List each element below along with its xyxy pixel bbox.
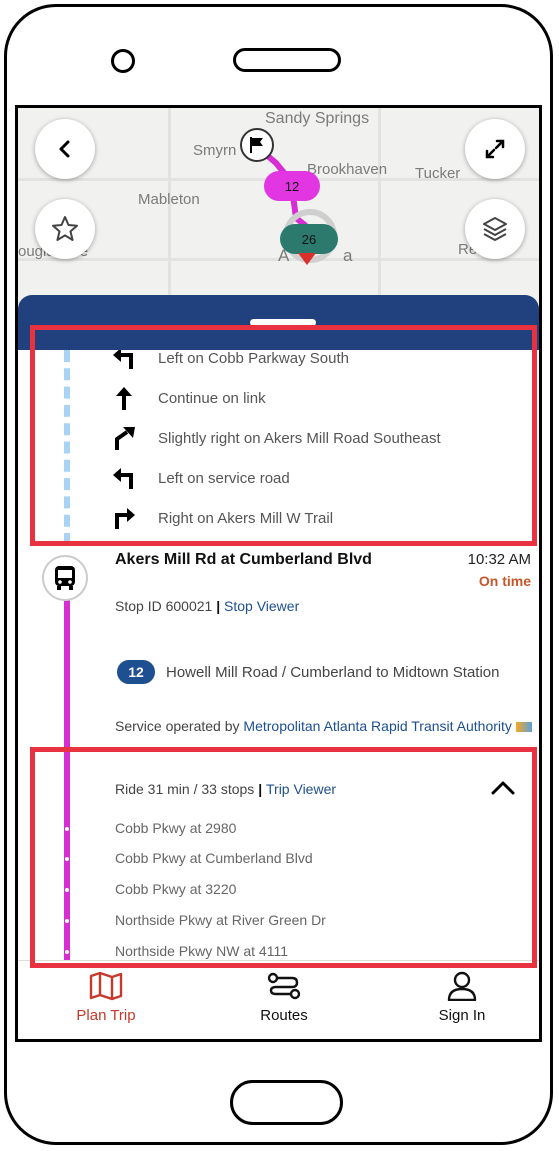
map-icon: [89, 971, 123, 1001]
stop-viewer-link[interactable]: Stop Viewer: [224, 598, 299, 614]
route-path: [254, 143, 337, 263]
status-badge: On time: [478, 573, 531, 589]
layers-button[interactable]: [465, 199, 525, 259]
home-button[interactable]: [230, 1080, 343, 1125]
tab-plan-trip[interactable]: Plan Trip: [36, 971, 176, 1024]
camera: [111, 49, 135, 73]
highlight-box-ride: [30, 747, 537, 968]
destination-marker-icon: [298, 253, 316, 265]
highlight-box-steps: [30, 325, 537, 546]
stop-time: 10:32 AM: [467, 551, 531, 568]
tab-label: Sign In: [438, 1007, 486, 1024]
expand-button[interactable]: [465, 119, 525, 179]
stop-name: Akers Mill Rd at Cumberland Blvd: [115, 551, 372, 568]
star-icon: [52, 216, 78, 241]
tab-sign-in[interactable]: Sign In: [392, 971, 532, 1024]
routes-icon: [267, 972, 301, 1000]
flag-icon[interactable]: [240, 128, 274, 162]
operator-link[interactable]: Metropolitan Atlanta Rapid Transit Autho…: [243, 718, 511, 734]
expand-icon: [485, 139, 505, 159]
stop-id: Stop ID 600021: [115, 598, 213, 614]
bus-icon: [42, 555, 88, 601]
operator-logo-icon: [515, 722, 532, 733]
operated-label: Service operated by: [115, 718, 240, 734]
back-icon: [59, 140, 70, 158]
operator-info: Service operated by Metropolitan Atlanta…: [115, 714, 535, 738]
user-icon: [447, 971, 477, 1001]
tab-routes[interactable]: Routes: [214, 971, 354, 1024]
map-view[interactable]: Sandy Springs Smyrn Brookhaven Tucker Ma…: [18, 108, 539, 303]
separator: |: [216, 598, 224, 614]
speaker: [233, 48, 341, 72]
route-number-badge: 12: [117, 660, 155, 684]
bottom-nav: Plan Trip Routes Sign In: [18, 961, 539, 1039]
back-button[interactable]: [35, 119, 95, 179]
route-26-map-badge[interactable]: 26: [280, 224, 338, 254]
tab-label: Plan Trip: [76, 1007, 136, 1024]
stop-id-row: Stop ID 600021 | Stop Viewer: [115, 598, 299, 614]
route-name: Howell Mill Road / Cumberland to Midtown…: [166, 664, 500, 681]
favorite-button[interactable]: [35, 199, 95, 259]
tab-label: Routes: [260, 1007, 308, 1024]
route-12-map-badge[interactable]: 12: [264, 171, 320, 201]
layers-icon: [483, 217, 507, 241]
